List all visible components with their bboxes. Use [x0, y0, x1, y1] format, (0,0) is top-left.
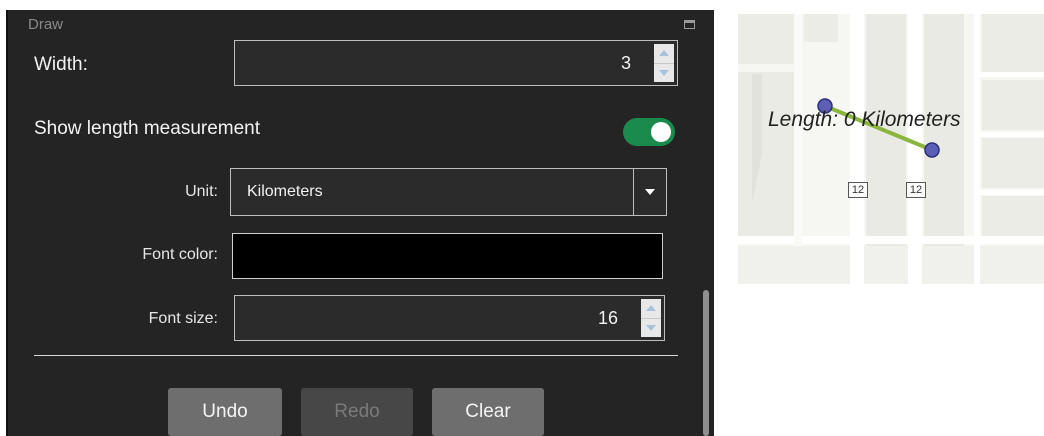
- arrow-down-icon: [646, 324, 656, 331]
- toggle-knob: [651, 122, 671, 142]
- maximize-icon[interactable]: [684, 20, 695, 29]
- width-decrement-button[interactable]: [654, 64, 674, 83]
- show-length-toggle[interactable]: [623, 118, 675, 146]
- font-size-input[interactable]: 16: [234, 295, 665, 341]
- divider: [34, 355, 678, 356]
- unit-dropdown-button[interactable]: [633, 169, 666, 215]
- width-spinner: [654, 44, 674, 82]
- arrow-down-icon: [659, 69, 669, 76]
- font-size-increment-button[interactable]: [641, 299, 661, 319]
- arrow-up-icon: [646, 305, 656, 312]
- font-size-value: 16: [597, 307, 618, 328]
- panel-title: Draw: [28, 16, 64, 33]
- line-end-vertex[interactable]: [924, 142, 940, 158]
- route-shield: 12: [906, 182, 926, 198]
- chevron-down-icon: [645, 189, 655, 195]
- panel-scrollbar[interactable]: [703, 290, 709, 436]
- unit-value: Kilometers: [247, 183, 323, 200]
- map-basemap: [738, 14, 1044, 284]
- font-color-picker[interactable]: [232, 233, 663, 279]
- length-measurement-label: Length: 0 Kilometers: [768, 108, 961, 131]
- font-size-label: Font size:: [148, 310, 218, 327]
- arrow-up-icon: [659, 50, 669, 57]
- unit-label: Unit:: [185, 183, 218, 200]
- font-color-label: Font color:: [142, 246, 218, 263]
- width-increment-button[interactable]: [654, 44, 674, 64]
- width-input[interactable]: 3: [234, 40, 678, 86]
- draw-panel: Draw Width: 3 Show length measurement Un…: [6, 10, 714, 436]
- unit-select[interactable]: Kilometers: [230, 168, 667, 216]
- map-view[interactable]: Length: 0 Kilometers 12 12: [738, 14, 1044, 284]
- route-shield: 12: [848, 182, 868, 198]
- width-label: Width:: [34, 54, 88, 75]
- font-size-spinner: [641, 299, 661, 337]
- undo-button[interactable]: Undo: [168, 388, 282, 436]
- show-length-label: Show length measurement: [34, 118, 261, 139]
- redo-button[interactable]: Redo: [301, 388, 413, 436]
- font-size-decrement-button[interactable]: [641, 319, 661, 338]
- width-value: 3: [620, 52, 631, 73]
- clear-button[interactable]: Clear: [432, 388, 544, 436]
